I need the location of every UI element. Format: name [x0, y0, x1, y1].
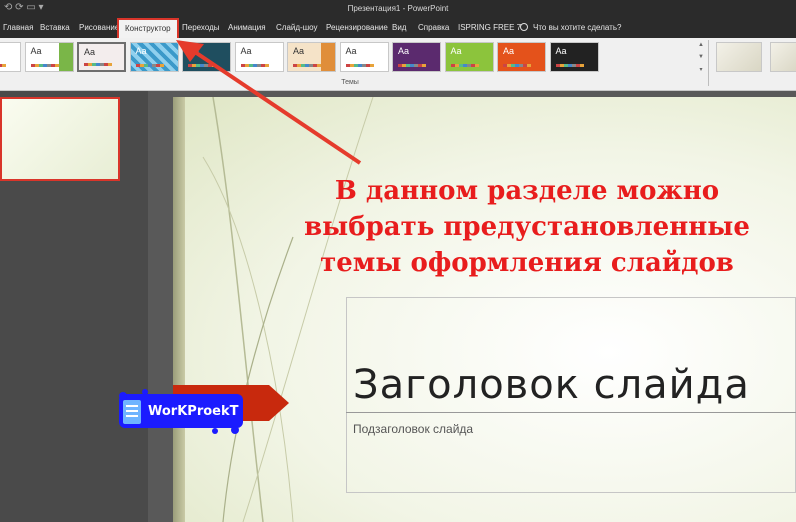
variant-thumbnail[interactable]: [770, 42, 796, 72]
theme-color-strip: [398, 64, 426, 67]
theme-color-strip: [135, 64, 164, 67]
theme-sample-text: Aa: [450, 46, 462, 56]
tab-transitions[interactable]: Переходы: [182, 18, 220, 38]
slide-thumbnail[interactable]: [0, 97, 120, 181]
more-icon[interactable]: ▾: [697, 66, 705, 78]
theme-sample-text: Aa: [555, 46, 567, 56]
tab-view[interactable]: Вид: [392, 18, 406, 38]
tell-me-box[interactable]: Что вы хотите сделать?: [520, 18, 621, 38]
theme-sample-text: Aa: [188, 46, 200, 56]
design-ribbon: Aa Aa Aa Aa Aa Aa Aa Aa Aa Aa Aa Aa ▲ ▼ ▾ Темы: [0, 38, 796, 91]
scroll-down-icon[interactable]: ▼: [697, 54, 705, 66]
tab-insert[interactable]: Вставка: [40, 18, 70, 38]
theme-thumbnail[interactable]: Aa: [182, 42, 231, 72]
theme-thumbnail[interactable]: Aa: [444, 42, 494, 72]
slide-canvas[interactable]: Заголовок слайда Подзаголовок слайда: [173, 97, 796, 522]
theme-color-strip: [84, 63, 112, 66]
ribbon-tabs: Главная Вставка Рисование Конструктор Пе…: [0, 18, 796, 40]
theme-thumbnail[interactable]: Aa: [287, 42, 336, 72]
theme-color-strip: [555, 64, 584, 67]
slides-pane: [0, 91, 148, 522]
tab-design[interactable]: Конструктор: [117, 18, 179, 40]
theme-thumbnail[interactable]: Aa: [392, 42, 441, 72]
lightbulb-icon: [520, 23, 528, 31]
tab-draw[interactable]: Рисование: [79, 18, 119, 38]
annotation-line: темы оформления слайдов: [320, 248, 734, 278]
theme-thumbnail[interactable]: Aa: [129, 42, 179, 72]
theme-sample-text: Aa: [240, 46, 252, 56]
title-underline: [346, 412, 796, 413]
slide-subtitle[interactable]: Подзаголовок слайда: [353, 422, 473, 436]
variant-thumbnail[interactable]: [716, 42, 762, 72]
window-title: Презентация1 - PowerPoint: [347, 4, 449, 13]
annotation-line: В данном разделе можно: [334, 176, 720, 206]
tab-slideshow[interactable]: Слайд-шоу: [276, 18, 317, 38]
theme-color-strip: [0, 64, 6, 67]
theme-color-strip: [30, 64, 59, 67]
watermark-text: WorKProekT: [148, 404, 239, 419]
theme-color-strip: [293, 64, 321, 67]
tab-ispring[interactable]: ISPRING FREE 7: [458, 18, 521, 38]
gallery-scroll[interactable]: ▲ ▼ ▾: [697, 42, 705, 78]
scroll-up-icon[interactable]: ▲: [697, 42, 705, 54]
theme-color-strip: [450, 64, 479, 67]
theme-sample-text: Aa: [503, 46, 515, 56]
annotation-line: выбрать предустановленные: [304, 212, 750, 242]
theme-thumbnail[interactable]: Aa: [24, 42, 74, 72]
theme-thumbnail[interactable]: Aa: [497, 42, 546, 72]
theme-thumbnail[interactable]: Aa: [77, 42, 126, 72]
tab-home[interactable]: Главная: [3, 18, 33, 38]
theme-thumbnail[interactable]: Aa: [0, 42, 21, 72]
ribbon-separator: [708, 40, 709, 86]
theme-sample-text: Aa: [135, 46, 147, 56]
theme-sample-text: Aa: [398, 46, 410, 56]
tab-help[interactable]: Справка: [418, 18, 449, 38]
tab-animations[interactable]: Анимация: [228, 18, 266, 38]
theme-sample-text: Aa: [345, 46, 357, 56]
theme-thumbnail[interactable]: Aa: [549, 42, 599, 72]
theme-sample-text: Aa: [30, 46, 42, 56]
theme-thumbnail[interactable]: Aa: [234, 42, 284, 72]
theme-sample-text: Aa: [293, 46, 305, 56]
tab-review[interactable]: Рецензирование: [326, 18, 388, 38]
theme-sample-text: Aa: [84, 47, 96, 57]
theme-color-strip: [345, 64, 374, 67]
theme-color-strip: [503, 64, 531, 67]
annotation-text: В данном разделе можно выбрать предустан…: [262, 173, 792, 281]
slide-title[interactable]: Заголовок слайда: [353, 362, 750, 408]
theme-color-strip: [240, 64, 269, 67]
title-bar: ⟲ ⟳ ▭ ▾ Презентация1 - PowerPoint: [0, 0, 796, 18]
themes-group-label: Темы: [341, 79, 359, 86]
tell-me-text: Что вы хотите сделать?: [533, 23, 622, 32]
theme-thumbnail[interactable]: Aa: [339, 42, 389, 72]
theme-color-strip: [188, 64, 216, 67]
